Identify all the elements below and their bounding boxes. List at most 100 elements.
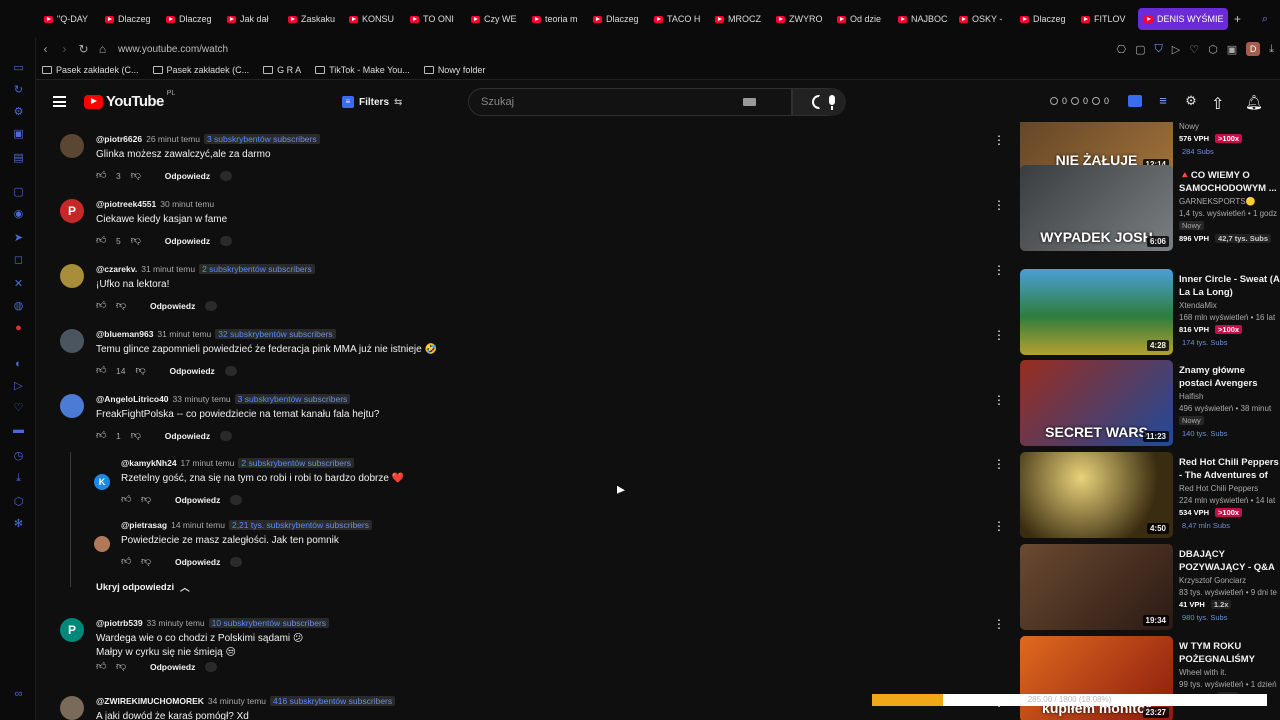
discord-icon[interactable]: ◍ — [12, 300, 25, 313]
video-thumbnail[interactable]: kupiłem monitor 23:27 — [1020, 636, 1173, 720]
extension-pill-icon[interactable] — [205, 301, 218, 311]
thumbs-up-icon[interactable]: 👍︎ — [121, 495, 131, 505]
comment-author[interactable]: @blueman963 — [96, 329, 153, 339]
more-options-icon[interactable]: ⋮ — [993, 134, 1005, 150]
video-item[interactable]: 4:50 Red Hot Chili Peppers - The Adventur… — [1020, 452, 1280, 544]
back-button[interactable]: ‹ — [36, 42, 55, 56]
tab-search-icon[interactable]: ⌕ — [1262, 13, 1268, 26]
thumbs-up-icon[interactable]: 👍︎ — [96, 662, 106, 672]
microphone-button[interactable] — [818, 88, 846, 116]
tab-14[interactable]: NAJBOC — [894, 14, 955, 24]
x-icon[interactable]: ✕ — [12, 278, 25, 291]
wallet-icon[interactable]: ▣ — [1227, 43, 1237, 56]
reply-button[interactable]: Odpowiedz — [150, 301, 195, 311]
history-icon[interactable]: ↻ — [12, 84, 25, 97]
extension-pill-icon[interactable] — [230, 495, 243, 505]
avatar[interactable] — [60, 394, 84, 418]
more-options-icon[interactable]: ⋮ — [993, 520, 1005, 536]
tab-16[interactable]: Dlaczeg — [1016, 14, 1077, 24]
keyboard-icon[interactable] — [743, 98, 756, 106]
screenshot-icon[interactable]: ▢ — [1135, 43, 1145, 56]
tab-10[interactable]: TACO H — [650, 14, 711, 24]
heart-icon[interactable]: ♡ — [12, 402, 25, 415]
reply-button[interactable]: Odpowiedz — [165, 236, 210, 246]
video-title[interactable]: DBAJĄCY POZYWAJĄCY - Q&A ... — [1179, 548, 1280, 574]
tv-icon[interactable]: ▤ — [12, 152, 25, 165]
extension-blue-icon[interactable] — [1128, 95, 1142, 107]
more-options-icon[interactable]: ⋮ — [993, 264, 1005, 280]
notifications-bell-icon[interactable]: 🔔︎ — [1245, 94, 1263, 111]
video-item[interactable]: kupiłem monitor 23:27 W TYM ROKU POŻEGNALI… — [1020, 636, 1280, 720]
shield-icon[interactable]: ⛉ — [1155, 43, 1163, 56]
more-options-icon[interactable]: ⋮ — [993, 458, 1005, 474]
thumbs-down-icon[interactable]: 👎︎ — [116, 301, 126, 311]
tab-11[interactable]: MROCZ — [711, 14, 772, 24]
tab-1[interactable]: Dlaczeg — [101, 14, 162, 24]
thumbs-down-icon[interactable]: 👎︎ — [141, 495, 151, 505]
tab-8[interactable]: teoria m — [528, 14, 589, 24]
more-options-icon[interactable]: ⋮ — [993, 618, 1005, 634]
forward-button[interactable]: › — [55, 42, 74, 56]
comment-time[interactable]: 17 minut temu — [181, 458, 235, 468]
comment-time[interactable]: 14 minut temu — [171, 520, 225, 530]
video-thumbnail[interactable]: 19:34 — [1020, 544, 1173, 630]
thumbs-down-icon[interactable]: 👎︎ — [131, 236, 141, 246]
clock-icon[interactable]: ◷ — [12, 450, 25, 463]
avatar[interactable] — [60, 134, 84, 158]
extensions-icon[interactable]: ⬡ — [1208, 43, 1218, 56]
comment-author[interactable]: @piotreek4551 — [96, 199, 156, 209]
thumbs-down-icon[interactable]: 👎︎ — [135, 366, 145, 376]
avatar[interactable]: P — [60, 618, 84, 642]
extension-pill-icon[interactable] — [220, 236, 233, 246]
avatar[interactable]: P — [60, 199, 84, 223]
video-thumbnail[interactable]: 4:28 — [1020, 269, 1173, 355]
chat-icon[interactable]: ▢ — [12, 186, 25, 199]
filters-button[interactable]: ≡ Filters ⇆ — [342, 92, 402, 112]
gear-icon[interactable]: ⚙ — [1184, 94, 1198, 108]
reload-button[interactable]: ↻ — [74, 42, 93, 56]
bookmark-4[interactable]: Nowy folder — [423, 65, 485, 75]
video-title[interactable]: Red Hot Chili Peppers - The Adventures o… — [1179, 456, 1280, 482]
tab-15[interactable]: OSKY - — [955, 14, 1016, 24]
thumbs-down-icon[interactable]: 👎︎ — [116, 662, 126, 672]
thumbs-up-icon[interactable]: 👍︎ — [96, 171, 106, 181]
thumbs-up-icon[interactable]: 👍︎ — [96, 431, 106, 441]
video-thumbnail[interactable]: 4:50 — [1020, 452, 1173, 538]
thumbs-down-icon[interactable]: 👎︎ — [131, 171, 141, 181]
thumbs-down-icon[interactable]: 👎︎ — [141, 557, 151, 567]
tab-6[interactable]: TO ONI — [406, 14, 467, 24]
thumbs-up-icon[interactable]: 👍︎ — [96, 301, 106, 311]
new-tab-button[interactable]: + — [1234, 12, 1241, 26]
tab-17[interactable]: FITLOV — [1077, 14, 1138, 24]
reply-button[interactable]: Odpowiedz — [175, 557, 220, 567]
video-item[interactable]: SECRET WARS 11:23 Znamy główne postaci Ave… — [1020, 360, 1280, 452]
messenger-icon[interactable]: ◉ — [12, 208, 25, 221]
hamburger-menu-icon[interactable] — [53, 96, 66, 107]
tab-active[interactable]: DENIS WYŚMIE — [1138, 8, 1228, 30]
video-channel[interactable]: Wheel with it. — [1179, 668, 1227, 677]
home-button[interactable]: ⌂ — [93, 42, 112, 56]
comment-author[interactable]: @piotr6626 — [96, 134, 142, 144]
thumbs-up-icon[interactable]: 👍︎ — [121, 557, 131, 567]
comment-author[interactable]: @piotrb539 — [96, 618, 143, 628]
bookmark-0[interactable]: Pasek zakładek (C... — [42, 65, 139, 75]
bookmark-icon[interactable]: ⎔ — [1117, 43, 1127, 56]
reply-button[interactable]: Odpowiedz — [165, 431, 210, 441]
tab-7[interactable]: Czy WE — [467, 14, 528, 24]
video-channel[interactable]: Nowy — [1179, 122, 1199, 131]
more-options-icon[interactable]: ⋮ — [993, 329, 1005, 345]
comment-author[interactable]: @pietrasag — [121, 520, 167, 530]
tab-9[interactable]: Dlaczeg — [589, 14, 650, 24]
tab-13[interactable]: Od dzie — [833, 14, 894, 24]
more-options-icon[interactable]: ⋮ — [993, 199, 1005, 215]
panel-icon[interactable]: ▭ — [12, 62, 25, 75]
download-icon[interactable]: ⤓ — [12, 472, 25, 485]
tab-0[interactable]: "Q-DAY — [40, 14, 101, 24]
video-thumbnail[interactable]: WYPADEK JOSH 6:06 — [1020, 165, 1173, 251]
youtube-logo[interactable]: YouTube PL — [84, 90, 175, 110]
comment-time[interactable]: 31 minut temu — [141, 264, 195, 274]
comment-time[interactable]: 33 minuty temu — [147, 618, 205, 628]
reply-button[interactable]: Odpowiedz — [150, 662, 195, 672]
thumbs-up-icon[interactable]: 👍︎ — [96, 236, 106, 246]
upload-icon[interactable]: ⇧ — [1211, 94, 1224, 114]
